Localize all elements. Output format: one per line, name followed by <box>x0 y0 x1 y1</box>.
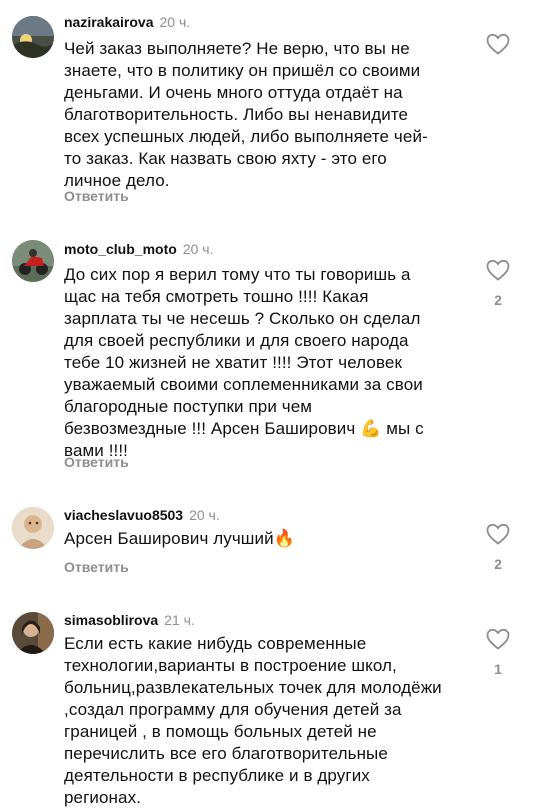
comment-item: moto_club_moto 20 ч. До сих пор я верил т… <box>0 230 534 490</box>
heart-outline-icon[interactable] <box>486 523 510 545</box>
comment-text: Если есть какие нибудь современные техно… <box>64 634 442 807</box>
comment-meta: simasoblirova 21 ч. <box>64 611 195 629</box>
like-count: 1 <box>494 661 502 677</box>
heart-outline-icon[interactable] <box>486 628 510 650</box>
comment-text: Чей заказ выполняете? Не верю, что вы не… <box>64 39 428 190</box>
username[interactable]: viacheslavuo8503 <box>64 507 183 523</box>
avatar[interactable] <box>12 507 54 549</box>
timestamp: 20 ч. <box>189 507 220 523</box>
comment-meta: moto_club_moto 20 ч. <box>64 240 213 258</box>
avatar[interactable] <box>12 16 54 58</box>
comment-meta: nazirakairova 20 ч. <box>64 13 190 31</box>
timestamp: 20 ч. <box>182 241 214 257</box>
avatar[interactable] <box>12 240 54 282</box>
comment-item: nazirakairova 20 ч. Чей заказ выполняете?… <box>0 0 534 215</box>
username[interactable]: nazirakairova <box>64 14 154 30</box>
like-count: 2 <box>494 292 502 308</box>
timestamp: 21 ч. <box>164 612 195 628</box>
username[interactable]: simasoblirova <box>64 612 158 628</box>
reply-button[interactable]: Ответить <box>64 454 129 470</box>
comment-item: simasoblirova 21 ч. Если есть какие нибуд… <box>0 600 534 807</box>
avatar[interactable] <box>12 612 54 654</box>
reply-button[interactable]: Ответить <box>64 188 129 204</box>
comment-item: viacheslavuo8503 20 ч. Арсен Баширович лу… <box>0 495 534 590</box>
like-count: 2 <box>494 556 502 572</box>
reply-button[interactable]: Ответить <box>64 559 129 575</box>
comment-text: До сих пор я верил тому что ты говоришь … <box>64 265 424 460</box>
heart-outline-icon[interactable] <box>486 259 510 281</box>
username[interactable]: moto_club_moto <box>64 241 177 257</box>
heart-outline-icon[interactable] <box>486 33 510 55</box>
comment-meta: viacheslavuo8503 20 ч. <box>64 506 220 524</box>
comment-text: Арсен Баширович лучший🔥 <box>64 529 295 548</box>
timestamp: 20 ч. <box>159 14 191 30</box>
